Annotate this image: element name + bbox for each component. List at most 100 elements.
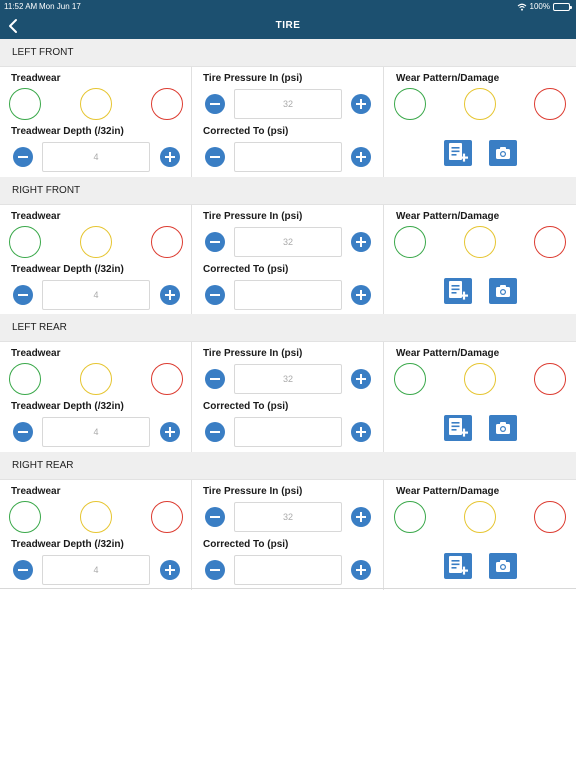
- pressure-in-field[interactable]: 32: [234, 364, 342, 394]
- add-note-button[interactable]: [444, 140, 472, 166]
- pressure-decrement-button[interactable]: [205, 369, 225, 389]
- wear-bad-option[interactable]: [534, 501, 566, 533]
- pressure-in-field[interactable]: 32: [234, 502, 342, 532]
- treadwear-caution-option[interactable]: [80, 88, 112, 120]
- nav-bar: TIRE: [0, 13, 576, 39]
- camera-button[interactable]: [489, 553, 517, 579]
- pressure-decrement-button[interactable]: [205, 507, 225, 527]
- camera-button[interactable]: [489, 278, 517, 304]
- pressure-increment-button[interactable]: [351, 507, 371, 527]
- treadwear-depth-increment-button[interactable]: [160, 560, 180, 580]
- camera-button[interactable]: [489, 415, 517, 441]
- corrected-decrement-button[interactable]: [205, 285, 225, 305]
- corrected-increment-button[interactable]: [351, 285, 371, 305]
- treadwear-bad-option[interactable]: [151, 363, 183, 395]
- corrected-increment-button[interactable]: [351, 147, 371, 167]
- wear-good-option[interactable]: [394, 226, 426, 258]
- camera-icon: [496, 285, 510, 297]
- corrected-to-field[interactable]: [234, 417, 342, 447]
- treadwear-depth-label: Treadwear Depth (/32in): [11, 126, 124, 137]
- pressure-panel: Tire Pressure In (psi) 32 Corrected To (…: [192, 480, 384, 590]
- pressure-increment-button[interactable]: [351, 369, 371, 389]
- corrected-increment-button[interactable]: [351, 560, 371, 580]
- corrected-decrement-button[interactable]: [205, 147, 225, 167]
- treadwear-depth-field[interactable]: 4: [42, 142, 150, 172]
- wifi-icon: [517, 3, 526, 11]
- tire-row: Treadwear Treadwear Depth (/32in) 4 Tire…: [0, 342, 576, 452]
- treadwear-good-option[interactable]: [9, 226, 41, 258]
- pressure-in-label: Tire Pressure In (psi): [203, 348, 303, 359]
- treadwear-good-option[interactable]: [9, 88, 41, 120]
- corrected-decrement-button[interactable]: [205, 560, 225, 580]
- corrected-to-field[interactable]: [234, 555, 342, 585]
- wear-good-option[interactable]: [394, 363, 426, 395]
- treadwear-depth-label: Treadwear Depth (/32in): [11, 264, 124, 275]
- wear-caution-option[interactable]: [464, 363, 496, 395]
- pressure-in-field[interactable]: 32: [234, 227, 342, 257]
- camera-button[interactable]: [489, 140, 517, 166]
- treadwear-depth-decrement-button[interactable]: [13, 560, 33, 580]
- pressure-in-label: Tire Pressure In (psi): [203, 486, 303, 497]
- wear-pattern-label: Wear Pattern/Damage: [396, 73, 500, 84]
- wear-bad-option[interactable]: [534, 363, 566, 395]
- section-header: RIGHT REAR: [0, 452, 576, 480]
- pressure-panel: Tire Pressure In (psi) 32 Corrected To (…: [192, 67, 384, 177]
- wear-caution-option[interactable]: [464, 501, 496, 533]
- treadwear-label: Treadwear: [11, 486, 61, 497]
- pressure-in-field[interactable]: 32: [234, 89, 342, 119]
- wear-bad-option[interactable]: [534, 88, 566, 120]
- treadwear-caution-option[interactable]: [80, 363, 112, 395]
- wear-pattern-label: Wear Pattern/Damage: [396, 211, 500, 222]
- treadwear-depth-decrement-button[interactable]: [13, 285, 33, 305]
- treadwear-depth-decrement-button[interactable]: [13, 147, 33, 167]
- pressure-panel: Tire Pressure In (psi) 32 Corrected To (…: [192, 205, 384, 315]
- treadwear-bad-option[interactable]: [151, 226, 183, 258]
- wear-pattern-panel: Wear Pattern/Damage: [384, 67, 576, 177]
- treadwear-good-option[interactable]: [9, 363, 41, 395]
- pressure-decrement-button[interactable]: [205, 232, 225, 252]
- top-bar: 11:52 AM Mon Jun 17 100% TIRE: [0, 0, 576, 39]
- treadwear-good-option[interactable]: [9, 501, 41, 533]
- treadwear-depth-increment-button[interactable]: [160, 147, 180, 167]
- treadwear-panel: Treadwear Treadwear Depth (/32in) 4: [0, 480, 192, 590]
- treadwear-depth-increment-button[interactable]: [160, 422, 180, 442]
- wear-good-option[interactable]: [394, 88, 426, 120]
- status-bar: 11:52 AM Mon Jun 17 100%: [0, 0, 576, 13]
- treadwear-depth-decrement-button[interactable]: [13, 422, 33, 442]
- corrected-to-label: Corrected To (psi): [203, 126, 289, 137]
- pressure-increment-button[interactable]: [351, 232, 371, 252]
- wear-bad-option[interactable]: [534, 226, 566, 258]
- treadwear-depth-increment-button[interactable]: [160, 285, 180, 305]
- wear-caution-option[interactable]: [464, 88, 496, 120]
- add-note-button[interactable]: [444, 553, 472, 579]
- section-title: RIGHT REAR: [12, 460, 74, 471]
- treadwear-bad-option[interactable]: [151, 88, 183, 120]
- status-right: 100%: [517, 2, 572, 11]
- treadwear-caution-option[interactable]: [80, 226, 112, 258]
- pressure-increment-button[interactable]: [351, 94, 371, 114]
- wear-good-option[interactable]: [394, 501, 426, 533]
- section-header: LEFT REAR: [0, 314, 576, 342]
- wear-pattern-panel: Wear Pattern/Damage: [384, 205, 576, 315]
- treadwear-depth-field[interactable]: 4: [42, 417, 150, 447]
- add-document-icon: [449, 143, 468, 162]
- corrected-increment-button[interactable]: [351, 422, 371, 442]
- wear-caution-option[interactable]: [464, 226, 496, 258]
- camera-icon: [496, 422, 510, 434]
- pressure-decrement-button[interactable]: [205, 94, 225, 114]
- treadwear-depth-field[interactable]: 4: [42, 280, 150, 310]
- treadwear-bad-option[interactable]: [151, 501, 183, 533]
- camera-icon: [496, 560, 510, 572]
- pressure-in-label: Tire Pressure In (psi): [203, 211, 303, 222]
- treadwear-depth-field[interactable]: 4: [42, 555, 150, 585]
- add-note-button[interactable]: [444, 278, 472, 304]
- treadwear-caution-option[interactable]: [80, 501, 112, 533]
- corrected-decrement-button[interactable]: [205, 422, 225, 442]
- pressure-panel: Tire Pressure In (psi) 32 Corrected To (…: [192, 342, 384, 452]
- status-date: Mon Jun 17: [39, 2, 81, 11]
- corrected-to-field[interactable]: [234, 142, 342, 172]
- corrected-to-field[interactable]: [234, 280, 342, 310]
- add-document-icon: [449, 418, 468, 437]
- treadwear-label: Treadwear: [11, 211, 61, 222]
- add-note-button[interactable]: [444, 415, 472, 441]
